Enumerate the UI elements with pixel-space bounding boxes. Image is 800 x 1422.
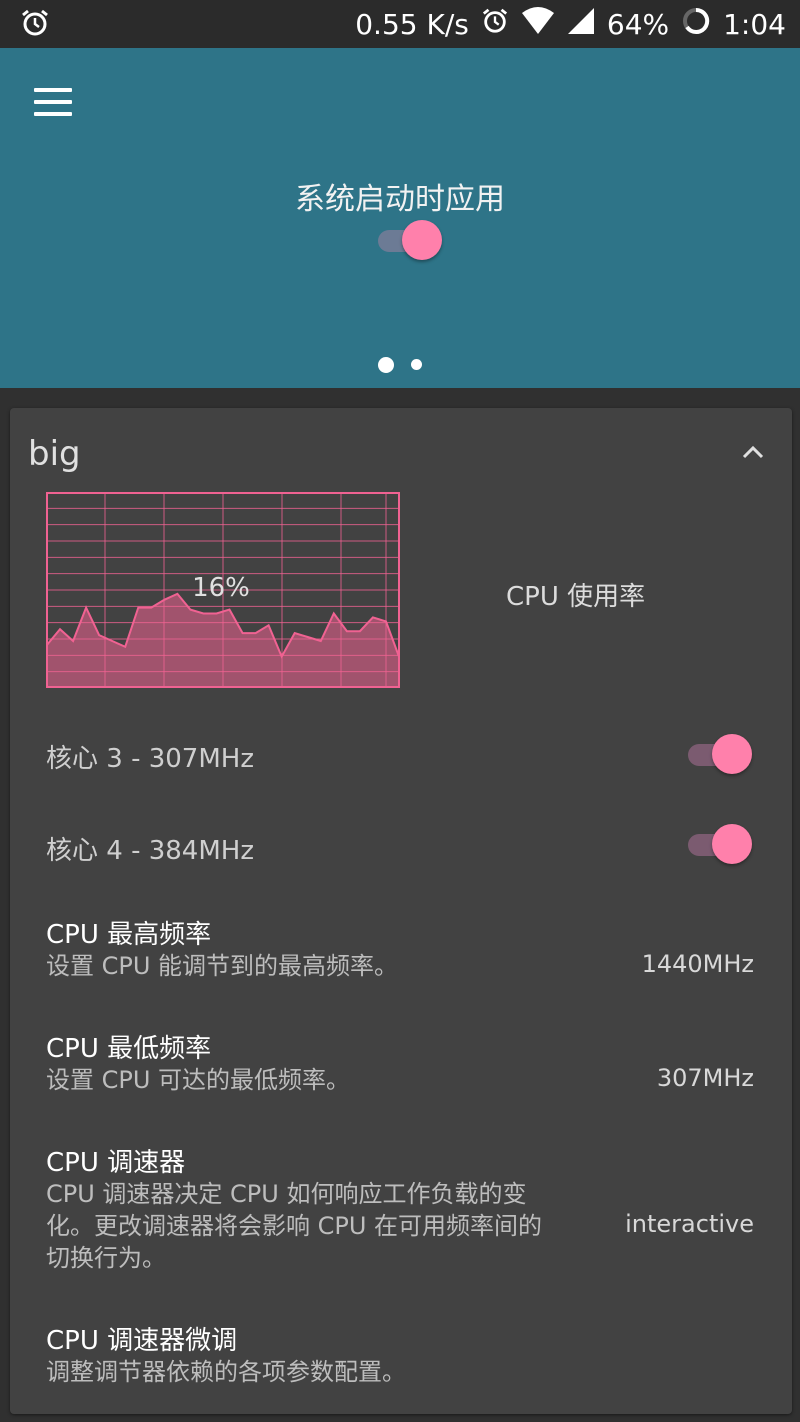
- item-description: 设置 CPU 能调节到的最高频率。: [46, 952, 399, 980]
- usage-percent-text: 16%: [192, 573, 250, 603]
- battery-percent: 64%: [606, 8, 670, 41]
- item-description-line: 化。更改调速器将会影响 CPU 在可用频率间的: [46, 1212, 543, 1240]
- cluster-title: big: [28, 434, 81, 474]
- core-3-label: 核心 3 - 307MHz: [46, 744, 254, 774]
- chevron-up-icon[interactable]: [738, 438, 768, 468]
- switch-thumb: [712, 824, 752, 864]
- page-dot[interactable]: [411, 359, 423, 370]
- apply-on-boot-switch[interactable]: [376, 220, 442, 260]
- item-description: 设置 CPU 可达的最低频率。: [46, 1066, 351, 1094]
- signal-icon: [567, 7, 595, 42]
- core-3-switch[interactable]: [686, 734, 752, 774]
- item-value: interactive: [625, 1210, 754, 1238]
- wifi-icon: [521, 7, 555, 42]
- clock: 1:04: [723, 8, 786, 41]
- item-value: 1440MHz: [641, 950, 754, 978]
- alarm-icon: [481, 7, 509, 42]
- core-4-label: 核心 4 - 384MHz: [46, 836, 254, 866]
- item-title: CPU 调速器: [46, 1148, 186, 1178]
- app-header: 系统启动时应用: [0, 48, 800, 388]
- battery-icon: [681, 6, 711, 43]
- core-4-switch[interactable]: [686, 824, 752, 864]
- switch-thumb: [402, 220, 442, 260]
- network-speed: 0.55 K/s: [355, 8, 469, 41]
- item-title: CPU 最高频率: [46, 920, 212, 950]
- item-description: 调整调节器依赖的各项参数配置。: [46, 1358, 406, 1386]
- hamburger-menu-icon[interactable]: [34, 88, 72, 116]
- page-dot-active[interactable]: [377, 356, 394, 373]
- apply-on-boot-label: 系统启动时应用: [295, 182, 505, 217]
- cpu-usage-label: CPU 使用率: [506, 582, 646, 612]
- alarm-icon: [20, 8, 50, 45]
- item-description-line: CPU 调速器决定 CPU 如何响应工作负载的变: [46, 1180, 527, 1208]
- cpu-usage-graph: 16%: [46, 492, 400, 688]
- item-title: CPU 最低频率: [46, 1034, 212, 1064]
- page-indicator: [0, 354, 800, 373]
- item-title: CPU 调速器微调: [46, 1326, 238, 1356]
- cpu-cluster-card: big 16% CPU 使用率 核心 3 - 307MHz 核心 4 - 384…: [10, 408, 792, 1414]
- item-value: 307MHz: [656, 1064, 754, 1092]
- switch-thumb: [712, 734, 752, 774]
- item-description-line: 切换行为。: [46, 1244, 166, 1272]
- status-bar: 0.55 K/s 64% 1:04: [0, 0, 800, 48]
